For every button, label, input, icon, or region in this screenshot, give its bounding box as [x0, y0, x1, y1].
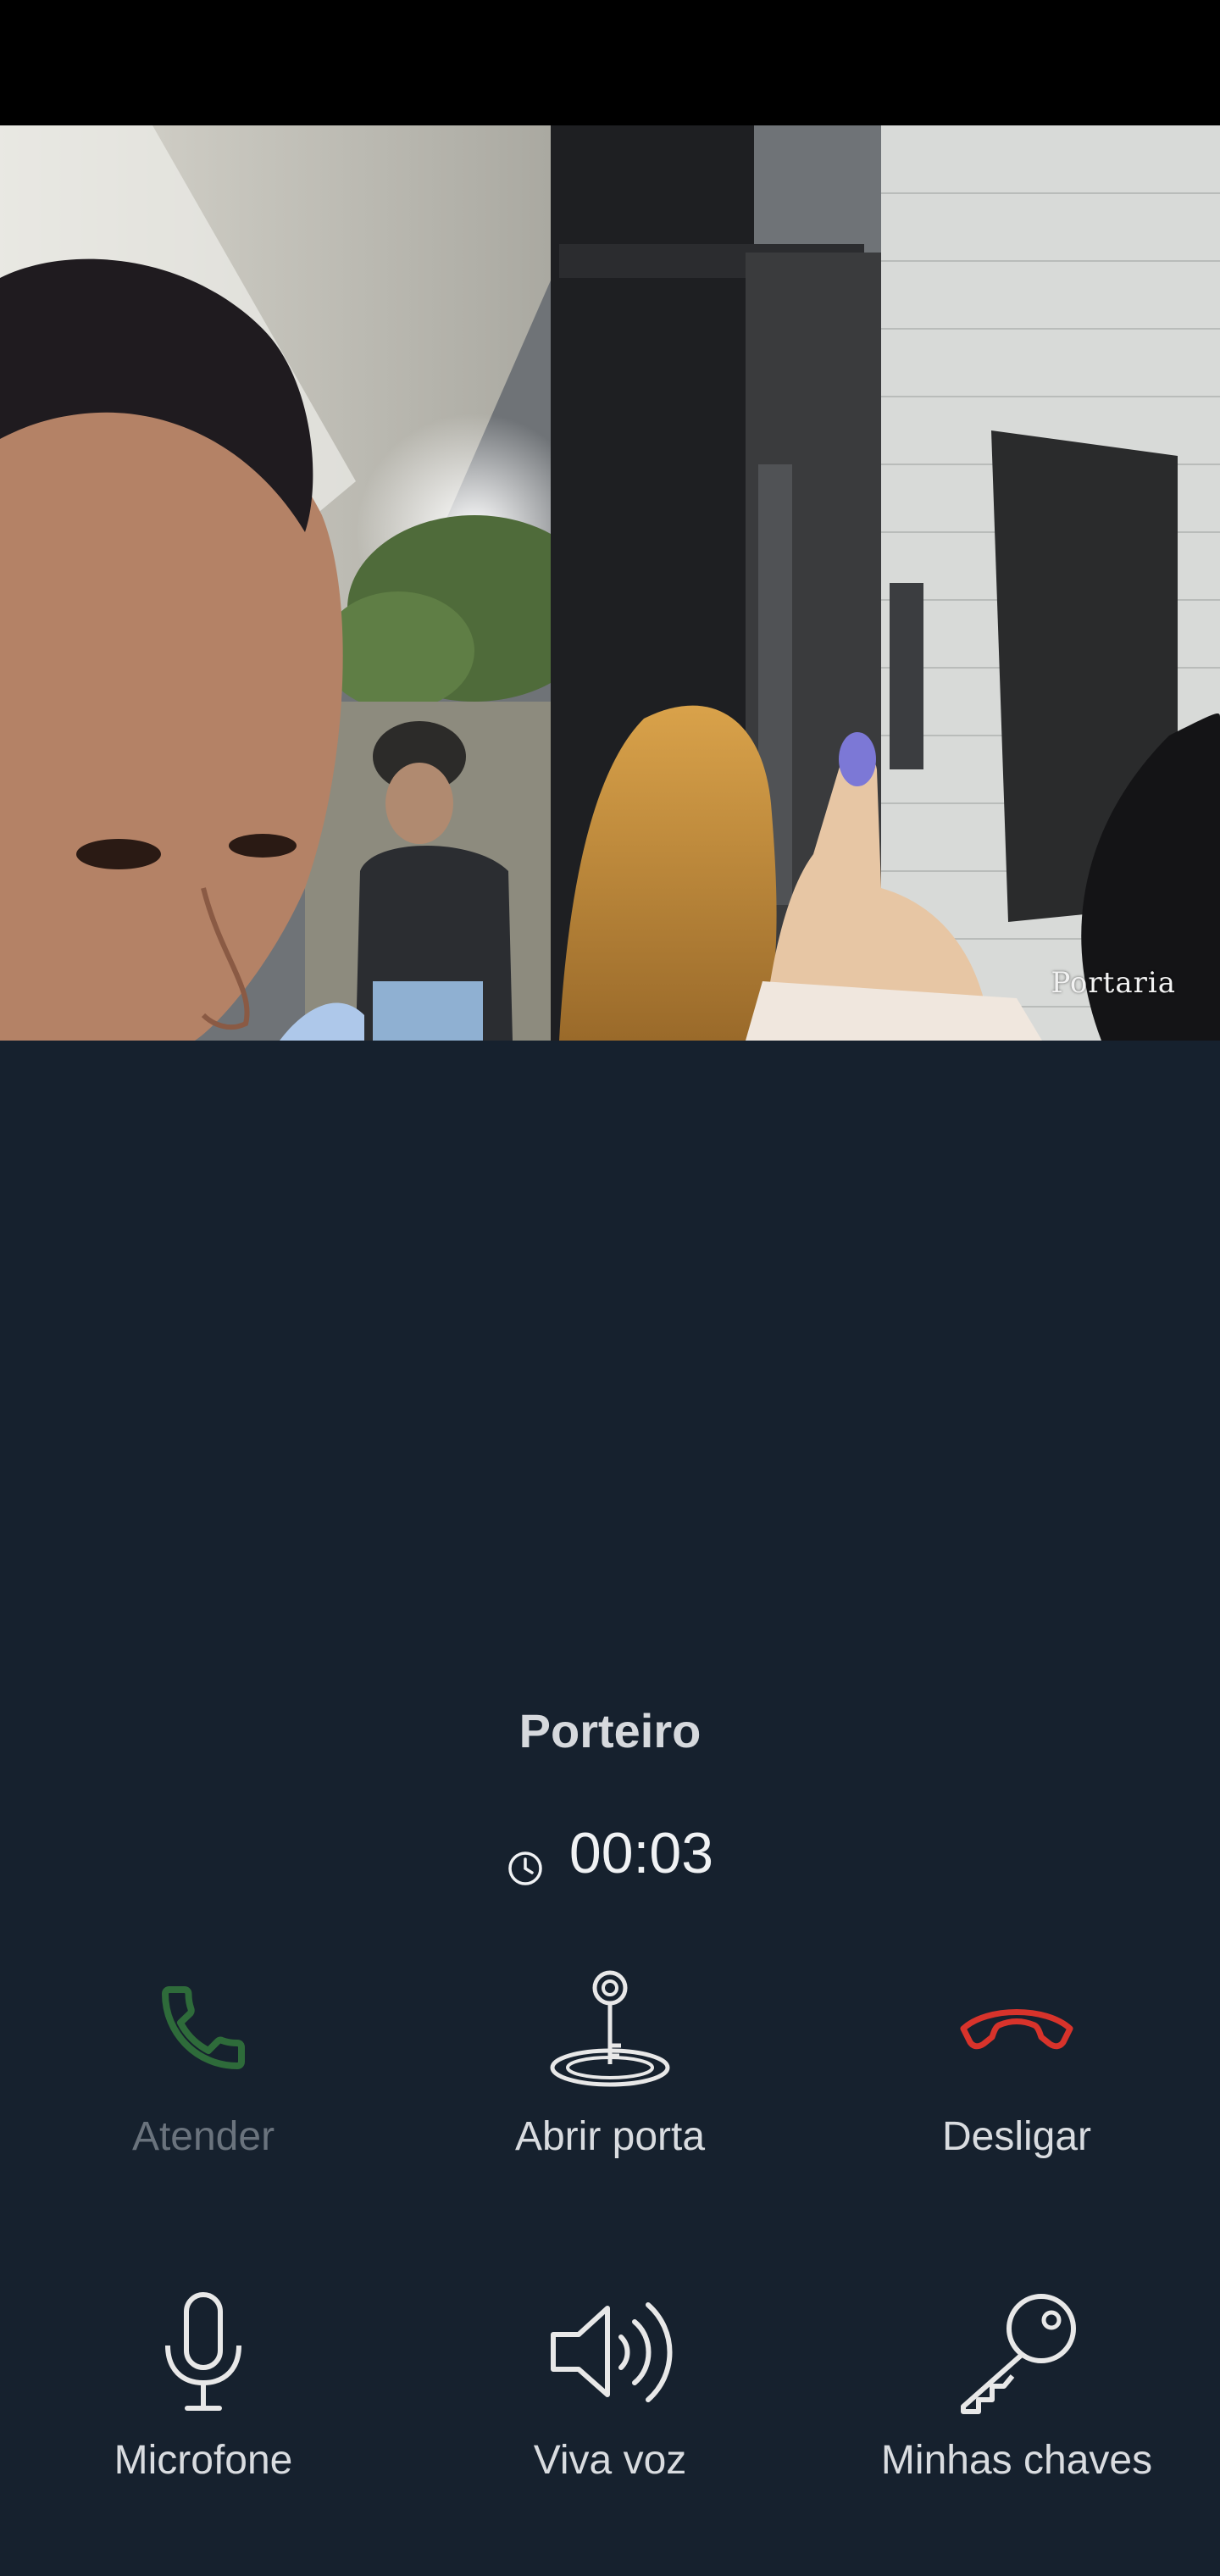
microphone-icon [140, 2288, 267, 2415]
open-door-button[interactable]: Abrir porta [407, 1964, 813, 2160]
answer-button[interactable]: Atender [0, 1964, 407, 2160]
hang-up-button[interactable]: Desligar [813, 1964, 1220, 2160]
hang-up-label: Desligar [941, 2114, 1092, 2159]
clock-icon [507, 1835, 544, 1885]
phone-icon [140, 1964, 267, 2091]
speaker-icon [546, 2288, 674, 2415]
speakerphone-label: Viva voz [533, 2438, 687, 2483]
intercom-video-feed: Portaria [0, 125, 1220, 1041]
hang-up-icon [953, 1964, 1080, 2091]
microphone-label: Microfone [114, 2438, 293, 2483]
call-actions-primary: Atender Abrir porta Desligar [0, 1964, 1220, 2160]
caller-name: Porteiro [518, 1704, 702, 1757]
open-door-label: Abrir porta [514, 2114, 706, 2159]
door-key-icon [546, 1964, 674, 2091]
speakerphone-button[interactable]: Viva voz [407, 2288, 813, 2484]
answer-label: Atender [131, 2114, 275, 2159]
key-icon [953, 2288, 1080, 2415]
call-actions-secondary: Microfone Viva voz Minhas chaves [0, 2288, 1220, 2484]
microphone-button[interactable]: Microfone [0, 2288, 407, 2484]
camera-scene [0, 125, 1220, 1041]
call-timer: 00:03 [0, 1820, 1220, 1886]
status-bar [0, 0, 1220, 125]
my-keys-button[interactable]: Minhas chaves [813, 2288, 1220, 2484]
camera-label: Portaria [1051, 966, 1176, 1000]
my-keys-label: Minhas chaves [880, 2438, 1153, 2483]
call-duration: 00:03 [568, 1821, 714, 1885]
